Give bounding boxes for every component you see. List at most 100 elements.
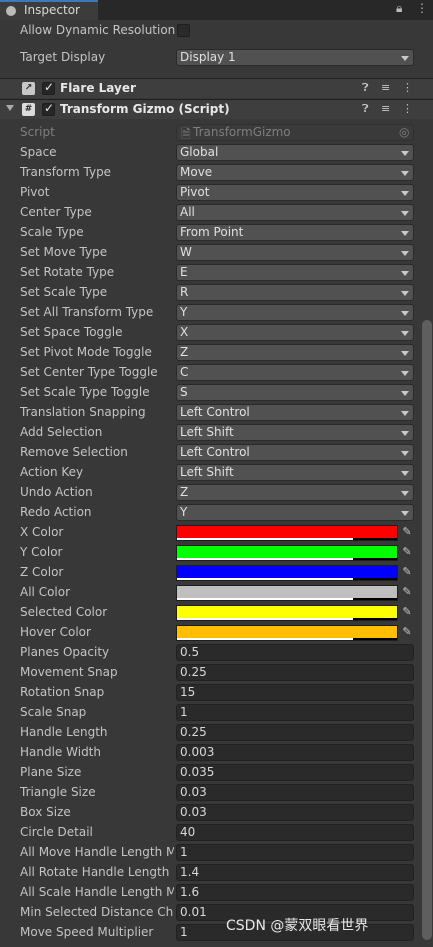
more-menu-icon[interactable]: ⋮ [416, 1, 428, 15]
flare-layer-enabled-checkbox[interactable]: ✓ [42, 80, 55, 95]
field-label: Undo Action [20, 485, 93, 499]
script-icon: # [22, 103, 35, 116]
eyedropper-icon[interactable]: ✎ [400, 565, 414, 581]
help-icon[interactable]: ❓︎ [362, 81, 369, 95]
number-field-row: Rotation Snap 15 [0, 683, 433, 703]
lock-icon[interactable]: 🔒︎ [396, 1, 402, 16]
more-menu-icon[interactable]: ⋮ [402, 81, 413, 94]
enum-dropdown[interactable]: Z [176, 484, 414, 501]
field-label: Center Type [20, 205, 92, 219]
enum-dropdown[interactable]: X [176, 324, 414, 341]
number-input[interactable]: 0.5 [176, 644, 414, 661]
dropdown-value: Left Shift [180, 465, 234, 479]
number-input[interactable]: 0.03 [176, 804, 414, 821]
more-menu-icon[interactable]: ⋮ [402, 102, 413, 115]
input-value: 0.03 [180, 805, 207, 819]
component-header-transform-gizmo[interactable]: # ✓ Transform Gizmo (Script) ❓︎ ≡ ⋮ [0, 99, 433, 119]
eyedropper-icon[interactable]: ✎ [400, 545, 414, 561]
tab-title: Inspector [24, 3, 80, 17]
tab-inspector[interactable]: Inspector [0, 0, 98, 20]
dropdown-row: Set Center Type Toggle C [0, 363, 433, 383]
number-input[interactable]: 1 [176, 844, 414, 861]
dropdown-value: W [180, 245, 192, 259]
number-field-row: Handle Length 0.25 [0, 723, 433, 743]
enum-dropdown[interactable]: All [176, 204, 414, 221]
enum-dropdown[interactable]: Y [176, 504, 414, 521]
dropdown-row: Add Selection Left Shift [0, 423, 433, 443]
input-value: 40 [180, 825, 196, 839]
dropdown-value: Move [180, 165, 213, 179]
enum-dropdown[interactable]: Left Control [176, 404, 414, 421]
alpha-bar [177, 638, 355, 640]
dropdown-value: X [180, 325, 189, 339]
enum-dropdown[interactable]: Pivot [176, 184, 414, 201]
number-input[interactable]: 0.03 [176, 784, 414, 801]
color-swatch[interactable] [176, 545, 398, 561]
number-input[interactable]: 0.003 [176, 744, 414, 761]
alpha-bar-empty [353, 538, 397, 540]
number-field-row: All Scale Handle Length Multiplier 1.6 [0, 883, 433, 903]
enum-dropdown[interactable]: Left Shift [176, 464, 414, 481]
dropdown-value: All [180, 205, 195, 219]
number-input[interactable]: 15 [176, 684, 414, 701]
enum-dropdown[interactable]: Left Control [176, 444, 414, 461]
settings-sliders-icon[interactable]: ≡ [381, 102, 390, 115]
eyedropper-icon[interactable]: ✎ [400, 525, 414, 541]
foldout-arrow-icon[interactable] [6, 105, 14, 111]
number-input[interactable]: 1.6 [176, 884, 414, 901]
number-field-row: Scale Snap 1 [0, 703, 433, 723]
enum-dropdown[interactable]: Move [176, 164, 414, 181]
enum-dropdown[interactable]: Z [176, 344, 414, 361]
color-swatch[interactable] [176, 525, 398, 541]
settings-sliders-icon[interactable]: ≡ [381, 81, 390, 94]
dropdown-row: Pivot Pivot [0, 183, 433, 203]
alpha-bar-empty [353, 638, 397, 640]
enum-dropdown[interactable]: Y [176, 304, 414, 321]
enum-dropdown[interactable]: Global [176, 144, 414, 161]
number-input[interactable]: 40 [176, 824, 414, 841]
alpha-bar-empty [353, 618, 397, 620]
color-row: Hover Color ✎ [0, 623, 433, 643]
number-input[interactable]: 1.4 [176, 864, 414, 881]
field-label: Box Size [20, 805, 71, 819]
color-swatch[interactable] [176, 585, 398, 601]
target-display-row: Target Display Display 1 [0, 48, 433, 68]
eyedropper-icon[interactable]: ✎ [400, 605, 414, 621]
number-field-row: Plane Size 0.035 [0, 763, 433, 783]
color-swatch[interactable] [176, 565, 398, 581]
check-icon: ✓ [44, 101, 55, 115]
target-display-dropdown[interactable]: Display 1 [176, 49, 414, 66]
dropdown-row: Set Space Toggle X [0, 323, 433, 343]
field-label: Set Rotate Type [20, 265, 115, 279]
allow-dynamic-resolution-checkbox[interactable] [177, 24, 190, 37]
number-input[interactable]: 0.035 [176, 764, 414, 781]
chevron-down-icon [401, 211, 409, 216]
enum-dropdown[interactable]: W [176, 244, 414, 261]
component-header-flare-layer[interactable]: ↗ ✓ Flare Layer ❓︎ ≡ ⋮ [0, 78, 433, 98]
eyedropper-icon[interactable]: ✎ [400, 625, 414, 641]
color-swatch[interactable] [176, 625, 398, 641]
field-label: Translation Snapping [20, 405, 146, 419]
number-field-row: Circle Detail 40 [0, 823, 433, 843]
input-value: 1 [180, 845, 188, 859]
help-icon[interactable]: ❓︎ [362, 102, 369, 116]
enum-dropdown[interactable]: R [176, 284, 414, 301]
enum-dropdown[interactable]: From Point [176, 224, 414, 241]
dropdown-row: Scale Type From Point [0, 223, 433, 243]
vertical-scrollbar[interactable] [422, 320, 432, 940]
dropdown-value: Left Shift [180, 425, 234, 439]
chevron-down-icon [401, 151, 409, 156]
transform-gizmo-enabled-checkbox[interactable]: ✓ [42, 101, 55, 116]
enum-dropdown[interactable]: Left Shift [176, 424, 414, 441]
enum-dropdown[interactable]: S [176, 384, 414, 401]
enum-dropdown[interactable]: C [176, 364, 414, 381]
chevron-down-icon [401, 471, 409, 476]
number-input[interactable]: 0.25 [176, 664, 414, 681]
number-input[interactable]: 0.25 [176, 724, 414, 741]
object-picker-icon: ◎ [399, 125, 410, 139]
enum-dropdown[interactable]: E [176, 264, 414, 281]
number-input[interactable]: 1 [176, 704, 414, 721]
field-label: Set Scale Type Toggle [20, 385, 150, 399]
eyedropper-icon[interactable]: ✎ [400, 585, 414, 601]
color-swatch[interactable] [176, 605, 398, 621]
